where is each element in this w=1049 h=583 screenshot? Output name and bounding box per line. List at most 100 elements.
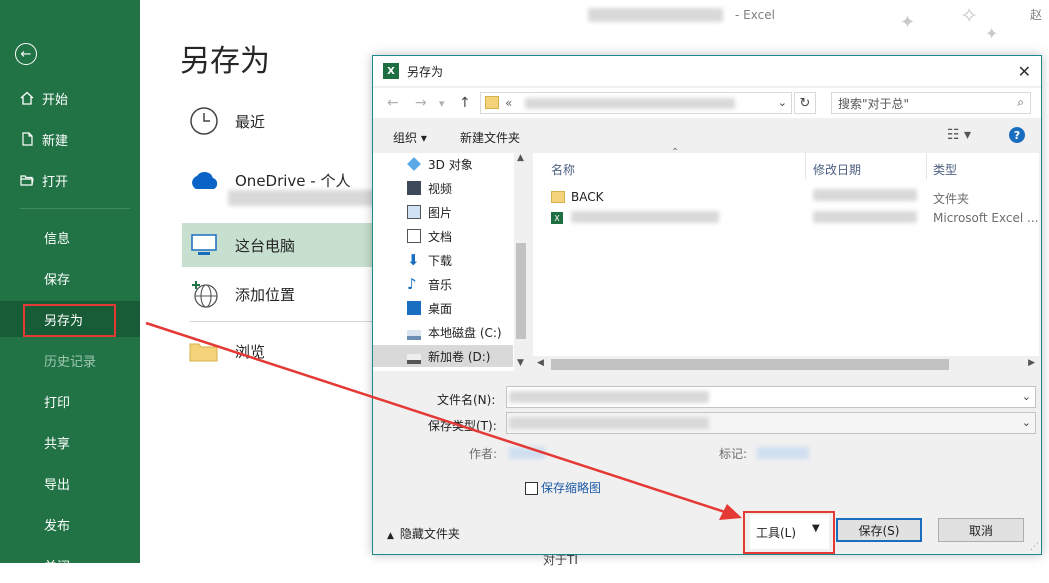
back-icon[interactable]: ← (387, 95, 399, 111)
nav-share[interactable]: 共享 (0, 424, 140, 460)
location-recent[interactable]: 最近 (182, 99, 382, 143)
blurred-tags[interactable] (757, 447, 809, 459)
scroll-left-icon[interactable]: ◀ (537, 358, 544, 368)
scroll-up-icon[interactable]: ▲ (517, 153, 524, 163)
chevron-down-icon[interactable]: ⌄ (1022, 416, 1031, 429)
file-list: 名称 ⌃ 修改日期 类型 BACK 文件夹 X Microsoft Excel … (533, 147, 1039, 371)
file-type: 文件夹 (933, 192, 970, 206)
locations-divider (190, 321, 372, 322)
highlight-save-as (23, 304, 116, 337)
file-row[interactable]: X (551, 208, 569, 228)
resize-grip-icon[interactable]: ⋰ (1030, 542, 1039, 552)
column-type[interactable]: 类型 (933, 161, 957, 178)
view-options-icon[interactable]: ☷ ▾ (947, 127, 971, 143)
nav-history[interactable]: 历史记录 (0, 342, 140, 378)
blurred-date (813, 211, 917, 223)
tree-item[interactable]: 图片 (407, 201, 527, 223)
bird-decoration-icon: ✦ (985, 24, 999, 43)
file-list-hscrollbar[interactable]: ◀ ▶ (533, 356, 1039, 373)
tree-item-selected[interactable]: 新加卷 (D:) (373, 345, 513, 367)
blurred-filename (588, 8, 723, 22)
drive-icon (407, 330, 421, 340)
save-button[interactable]: 保存(S) (836, 518, 922, 542)
up-icon[interactable]: ↑ (459, 95, 471, 111)
close-icon[interactable]: ✕ (1018, 62, 1031, 81)
refresh-icon[interactable]: ↻ (794, 92, 816, 114)
tree-scrollbar[interactable]: ▲ ▼ (514, 153, 528, 371)
download-icon: ⬇ (407, 251, 420, 269)
location-browse[interactable]: 浏览 (182, 329, 382, 373)
chevron-down-icon[interactable]: ⌄ (778, 96, 787, 109)
blurred-account (228, 190, 378, 206)
column-name[interactable]: 名称 (551, 161, 575, 178)
column-divider[interactable] (926, 153, 927, 179)
new-folder-button[interactable]: 新建文件夹 (460, 129, 520, 146)
tree-item[interactable]: ⬇ 下载 (407, 249, 527, 271)
save-as-dialog: X 另存为 ✕ ← → ▾ ↑ « ⌄ ↻ 搜索"对于总" ⌕ 组织 ▾ 新建文… (372, 55, 1042, 555)
music-icon: ♪ (407, 275, 417, 293)
filename-label: 文件名(N): (437, 393, 496, 407)
nav-publish[interactable]: 发布 (0, 506, 140, 542)
nav-print[interactable]: 打印 (0, 383, 140, 419)
user-name[interactable]: 赵 (1030, 6, 1042, 23)
nav-save[interactable]: 保存 (0, 260, 140, 296)
nav-new[interactable]: 新建 (0, 121, 140, 157)
nav-info[interactable]: 信息 (0, 219, 140, 255)
thumbnail-checkbox[interactable] (525, 482, 538, 495)
bird-decoration-icon: ✧ (960, 4, 979, 29)
dialog-toolbar: 组织 ▾ 新建文件夹 ☷ ▾ ? (373, 120, 1041, 152)
column-divider[interactable] (805, 153, 806, 179)
scroll-thumb[interactable] (516, 243, 526, 339)
new-file-icon (20, 132, 34, 146)
folder-icon (188, 335, 220, 367)
tree-item[interactable]: 文档 (407, 225, 527, 247)
chevron-down-icon[interactable]: ⌄ (1022, 390, 1031, 403)
sort-up-icon: ⌃ (671, 147, 680, 158)
filename-input[interactable]: ⌄ (506, 386, 1036, 408)
highlight-tools-button (743, 511, 835, 554)
blurred-author[interactable] (509, 447, 545, 459)
hide-folders-toggle[interactable]: ▲ 隐藏文件夹 (387, 525, 460, 542)
scroll-down-icon[interactable]: ▼ (517, 358, 524, 368)
scroll-thumb[interactable] (551, 359, 949, 370)
nav-close[interactable]: 关闭 (0, 547, 140, 583)
search-input[interactable]: 搜索"对于总" ⌕ (831, 92, 1031, 114)
address-bar[interactable]: « ⌄ (480, 92, 792, 114)
filetype-label: 保存类型(T): (428, 419, 497, 433)
dialog-title-bar: X 另存为 ✕ (373, 56, 1041, 86)
nav-open[interactable]: 打开 (0, 162, 140, 198)
drive-icon (407, 354, 421, 364)
tree-item[interactable]: ♪ 音乐 (407, 273, 527, 295)
authors-label: 作者: (469, 447, 498, 461)
column-date[interactable]: 修改日期 (813, 161, 861, 178)
nav-export[interactable]: 导出 (0, 465, 140, 501)
video-icon (407, 181, 421, 195)
picture-icon (407, 205, 421, 219)
tree-item[interactable]: 桌面 (407, 297, 527, 319)
chevron-down-icon[interactable]: ▾ (439, 97, 445, 110)
globe-add-icon (188, 278, 220, 310)
clock-icon (188, 105, 220, 137)
search-icon: ⌕ (1017, 95, 1024, 109)
filetype-select[interactable]: ⌄ (506, 412, 1036, 434)
bird-decoration-icon: ✦ (900, 12, 916, 33)
thumbnail-label[interactable]: 保存缩略图 (541, 479, 601, 496)
page-title: 另存为 (180, 44, 270, 79)
blurred-value (509, 417, 709, 429)
cancel-button[interactable]: 取消 (938, 518, 1024, 542)
organize-button[interactable]: 组织 ▾ (393, 129, 427, 146)
scroll-right-icon[interactable]: ▶ (1028, 358, 1035, 368)
forward-icon[interactable]: → (415, 95, 427, 111)
tree-item[interactable]: 视频 (407, 177, 527, 199)
file-row[interactable]: BACK (551, 187, 603, 207)
back-arrow-icon[interactable]: ← (15, 43, 37, 65)
excel-icon: X (383, 63, 399, 79)
nav-home[interactable]: 开始 (0, 80, 140, 116)
nav-tree: 3D 对象 视频 图片 文档 ⬇ 下载 ♪ 音乐 桌面 本地磁盘 (C:) 新加… (373, 153, 528, 371)
tree-item[interactable]: 本地磁盘 (C:) (407, 321, 527, 343)
folder-icon (551, 191, 565, 203)
location-this-pc[interactable]: 这台电脑 (182, 223, 374, 267)
location-add-place[interactable]: 添加位置 (182, 272, 382, 316)
tree-item[interactable]: 3D 对象 (407, 153, 527, 175)
help-icon[interactable]: ? (1009, 127, 1025, 143)
